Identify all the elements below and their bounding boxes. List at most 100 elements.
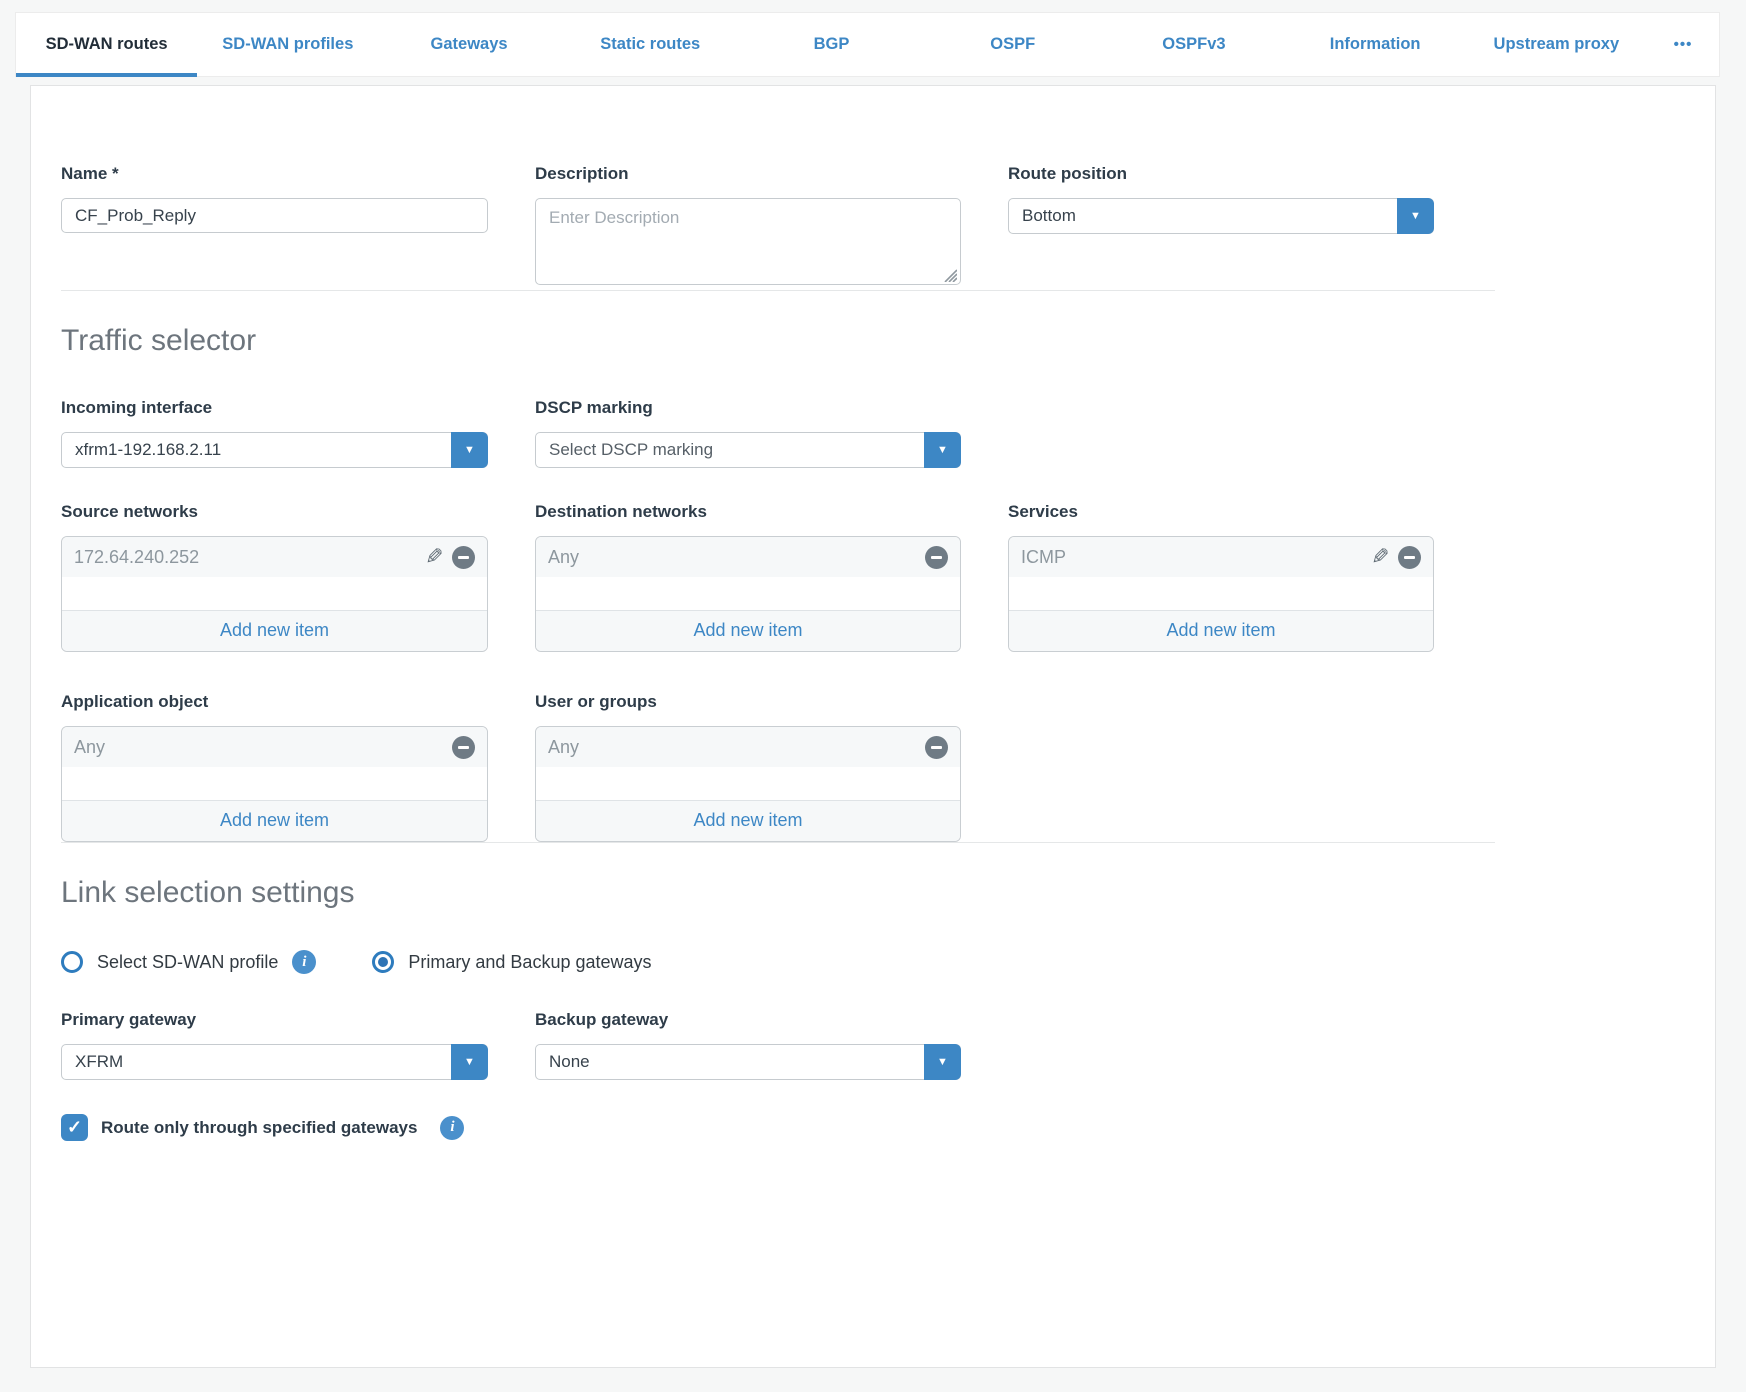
description-textarea[interactable] bbox=[535, 198, 961, 285]
tab-sdwan-profiles[interactable]: SD-WAN profiles bbox=[197, 13, 378, 76]
sdwan-profile-radio-option: Select SD-WAN profile i bbox=[61, 950, 316, 974]
add-new-item-button[interactable]: Add new item bbox=[62, 610, 487, 651]
route-only-checkbox-label[interactable]: Route only through specified gateways bbox=[101, 1118, 417, 1138]
remove-minus-icon[interactable] bbox=[452, 546, 475, 569]
list-item: Any bbox=[536, 727, 960, 767]
backup-gateway-select[interactable]: None ▼ bbox=[535, 1044, 961, 1080]
chevron-down-icon[interactable]: ▼ bbox=[924, 1044, 961, 1080]
source-network-value: 172.64.240.252 bbox=[74, 547, 199, 568]
list-item: Any bbox=[62, 727, 487, 767]
chevron-down-icon[interactable]: ▼ bbox=[451, 432, 488, 468]
remove-minus-icon[interactable] bbox=[925, 736, 948, 759]
tab-upstream-proxy[interactable]: Upstream proxy bbox=[1466, 13, 1647, 76]
list-empty-space bbox=[536, 577, 960, 610]
application-object-group: Application object Any Add new item bbox=[61, 692, 488, 842]
add-new-item-button[interactable]: Add new item bbox=[62, 800, 487, 841]
name-label: Name * bbox=[61, 164, 488, 184]
route-position-label: Route position bbox=[1008, 164, 1434, 184]
primary-gateway-group: Primary gateway XFRM ▼ bbox=[61, 1010, 488, 1080]
resize-handle-icon[interactable] bbox=[941, 266, 957, 282]
backup-gateway-group: Backup gateway None ▼ bbox=[535, 1010, 961, 1080]
chevron-down-icon[interactable]: ▼ bbox=[924, 432, 961, 468]
incoming-interface-select[interactable]: xfrm1-192.168.2.11 ▼ bbox=[61, 432, 488, 468]
radio-selected-icon[interactable] bbox=[372, 951, 394, 973]
remove-minus-icon[interactable] bbox=[452, 736, 475, 759]
dscp-marking-label: DSCP marking bbox=[535, 398, 961, 418]
destination-networks-label: Destination networks bbox=[535, 502, 961, 522]
backup-gateway-label: Backup gateway bbox=[535, 1010, 961, 1030]
sdwan-profile-radio-label[interactable]: Select SD-WAN profile bbox=[97, 952, 278, 973]
add-new-item-button[interactable]: Add new item bbox=[536, 800, 960, 841]
info-icon[interactable]: i bbox=[440, 1116, 464, 1140]
route-position-field-group: Route position Bottom ▼ bbox=[1008, 164, 1434, 234]
source-networks-box: 172.64.240.252 ✎ Add new item bbox=[61, 536, 488, 652]
edit-pencil-icon[interactable]: ✎ bbox=[1371, 546, 1389, 568]
source-networks-group: Source networks 172.64.240.252 ✎ Add new… bbox=[61, 502, 488, 652]
list-item: 172.64.240.252 ✎ bbox=[62, 537, 487, 577]
service-value: ICMP bbox=[1021, 547, 1066, 568]
application-object-box: Any Add new item bbox=[61, 726, 488, 842]
checkbox-checked-icon[interactable]: ✓ bbox=[61, 1114, 88, 1141]
services-box: ICMP ✎ Add new item bbox=[1008, 536, 1434, 652]
dscp-marking-value: Select DSCP marking bbox=[536, 433, 924, 467]
route-position-value: Bottom bbox=[1009, 199, 1397, 233]
dscp-marking-select[interactable]: Select DSCP marking ▼ bbox=[535, 432, 961, 468]
list-empty-space bbox=[62, 767, 487, 800]
primary-backup-radio-label[interactable]: Primary and Backup gateways bbox=[408, 952, 651, 973]
link-selection-heading: Link selection settings bbox=[61, 876, 1495, 910]
route-only-checkbox-row: ✓ Route only through specified gateways … bbox=[61, 1114, 1495, 1141]
edit-pencil-icon[interactable]: ✎ bbox=[425, 546, 443, 568]
incoming-interface-value: xfrm1-192.168.2.11 bbox=[62, 433, 451, 467]
tab-bgp[interactable]: BGP bbox=[741, 13, 922, 76]
chevron-down-icon[interactable]: ▼ bbox=[451, 1044, 488, 1080]
primary-gateway-label: Primary gateway bbox=[61, 1010, 488, 1030]
list-empty-space bbox=[536, 767, 960, 800]
radio-unselected-icon[interactable] bbox=[61, 951, 83, 973]
destination-networks-box: Any Add new item bbox=[535, 536, 961, 652]
application-object-label: Application object bbox=[61, 692, 488, 712]
services-label: Services bbox=[1008, 502, 1434, 522]
remove-minus-icon[interactable] bbox=[1398, 546, 1421, 569]
application-object-value: Any bbox=[74, 737, 105, 758]
dscp-marking-group: DSCP marking Select DSCP marking ▼ bbox=[535, 398, 961, 468]
name-field-group: Name * bbox=[61, 164, 488, 233]
incoming-interface-label: Incoming interface bbox=[61, 398, 488, 418]
tab-static-routes[interactable]: Static routes bbox=[560, 13, 741, 76]
destination-networks-group: Destination networks Any Add new item bbox=[535, 502, 961, 652]
tab-ospf[interactable]: OSPF bbox=[922, 13, 1103, 76]
list-item: Any bbox=[536, 537, 960, 577]
section-divider bbox=[61, 290, 1495, 291]
tab-information[interactable]: Information bbox=[1285, 13, 1466, 76]
incoming-interface-group: Incoming interface xfrm1-192.168.2.11 ▼ bbox=[61, 398, 488, 468]
info-icon[interactable]: i bbox=[292, 950, 316, 974]
list-empty-space bbox=[62, 577, 487, 610]
source-networks-label: Source networks bbox=[61, 502, 488, 522]
remove-minus-icon[interactable] bbox=[925, 546, 948, 569]
services-group: Services ICMP ✎ Add new item bbox=[1008, 502, 1434, 652]
primary-backup-radio-option: Primary and Backup gateways bbox=[372, 951, 651, 973]
primary-gateway-value: XFRM bbox=[62, 1045, 451, 1079]
section-divider bbox=[61, 842, 1495, 843]
more-tabs-ellipsis-icon[interactable]: ••• bbox=[1647, 13, 1719, 76]
backup-gateway-value: None bbox=[536, 1045, 924, 1079]
name-input[interactable] bbox=[61, 198, 488, 233]
list-empty-space bbox=[1009, 577, 1433, 610]
user-groups-value: Any bbox=[548, 737, 579, 758]
tab-gateways[interactable]: Gateways bbox=[378, 13, 559, 76]
route-position-select[interactable]: Bottom ▼ bbox=[1008, 198, 1434, 234]
destination-network-value: Any bbox=[548, 547, 579, 568]
chevron-down-icon[interactable]: ▼ bbox=[1397, 198, 1434, 234]
add-new-item-button[interactable]: Add new item bbox=[536, 610, 960, 651]
add-new-item-button[interactable]: Add new item bbox=[1009, 610, 1433, 651]
user-groups-box: Any Add new item bbox=[535, 726, 961, 842]
user-groups-group: User or groups Any Add new item bbox=[535, 692, 961, 842]
user-groups-label: User or groups bbox=[535, 692, 961, 712]
description-label: Description bbox=[535, 164, 961, 184]
route-editor-card: Name * Description Route position Bo bbox=[30, 85, 1716, 1368]
primary-gateway-select[interactable]: XFRM ▼ bbox=[61, 1044, 488, 1080]
tab-ospfv3[interactable]: OSPFv3 bbox=[1103, 13, 1284, 76]
tab-sdwan-routes[interactable]: SD-WAN routes bbox=[16, 13, 197, 76]
list-item: ICMP ✎ bbox=[1009, 537, 1433, 577]
traffic-selector-heading: Traffic selector bbox=[61, 324, 1495, 358]
top-tab-bar: SD-WAN routes SD-WAN profiles Gateways S… bbox=[15, 12, 1720, 77]
